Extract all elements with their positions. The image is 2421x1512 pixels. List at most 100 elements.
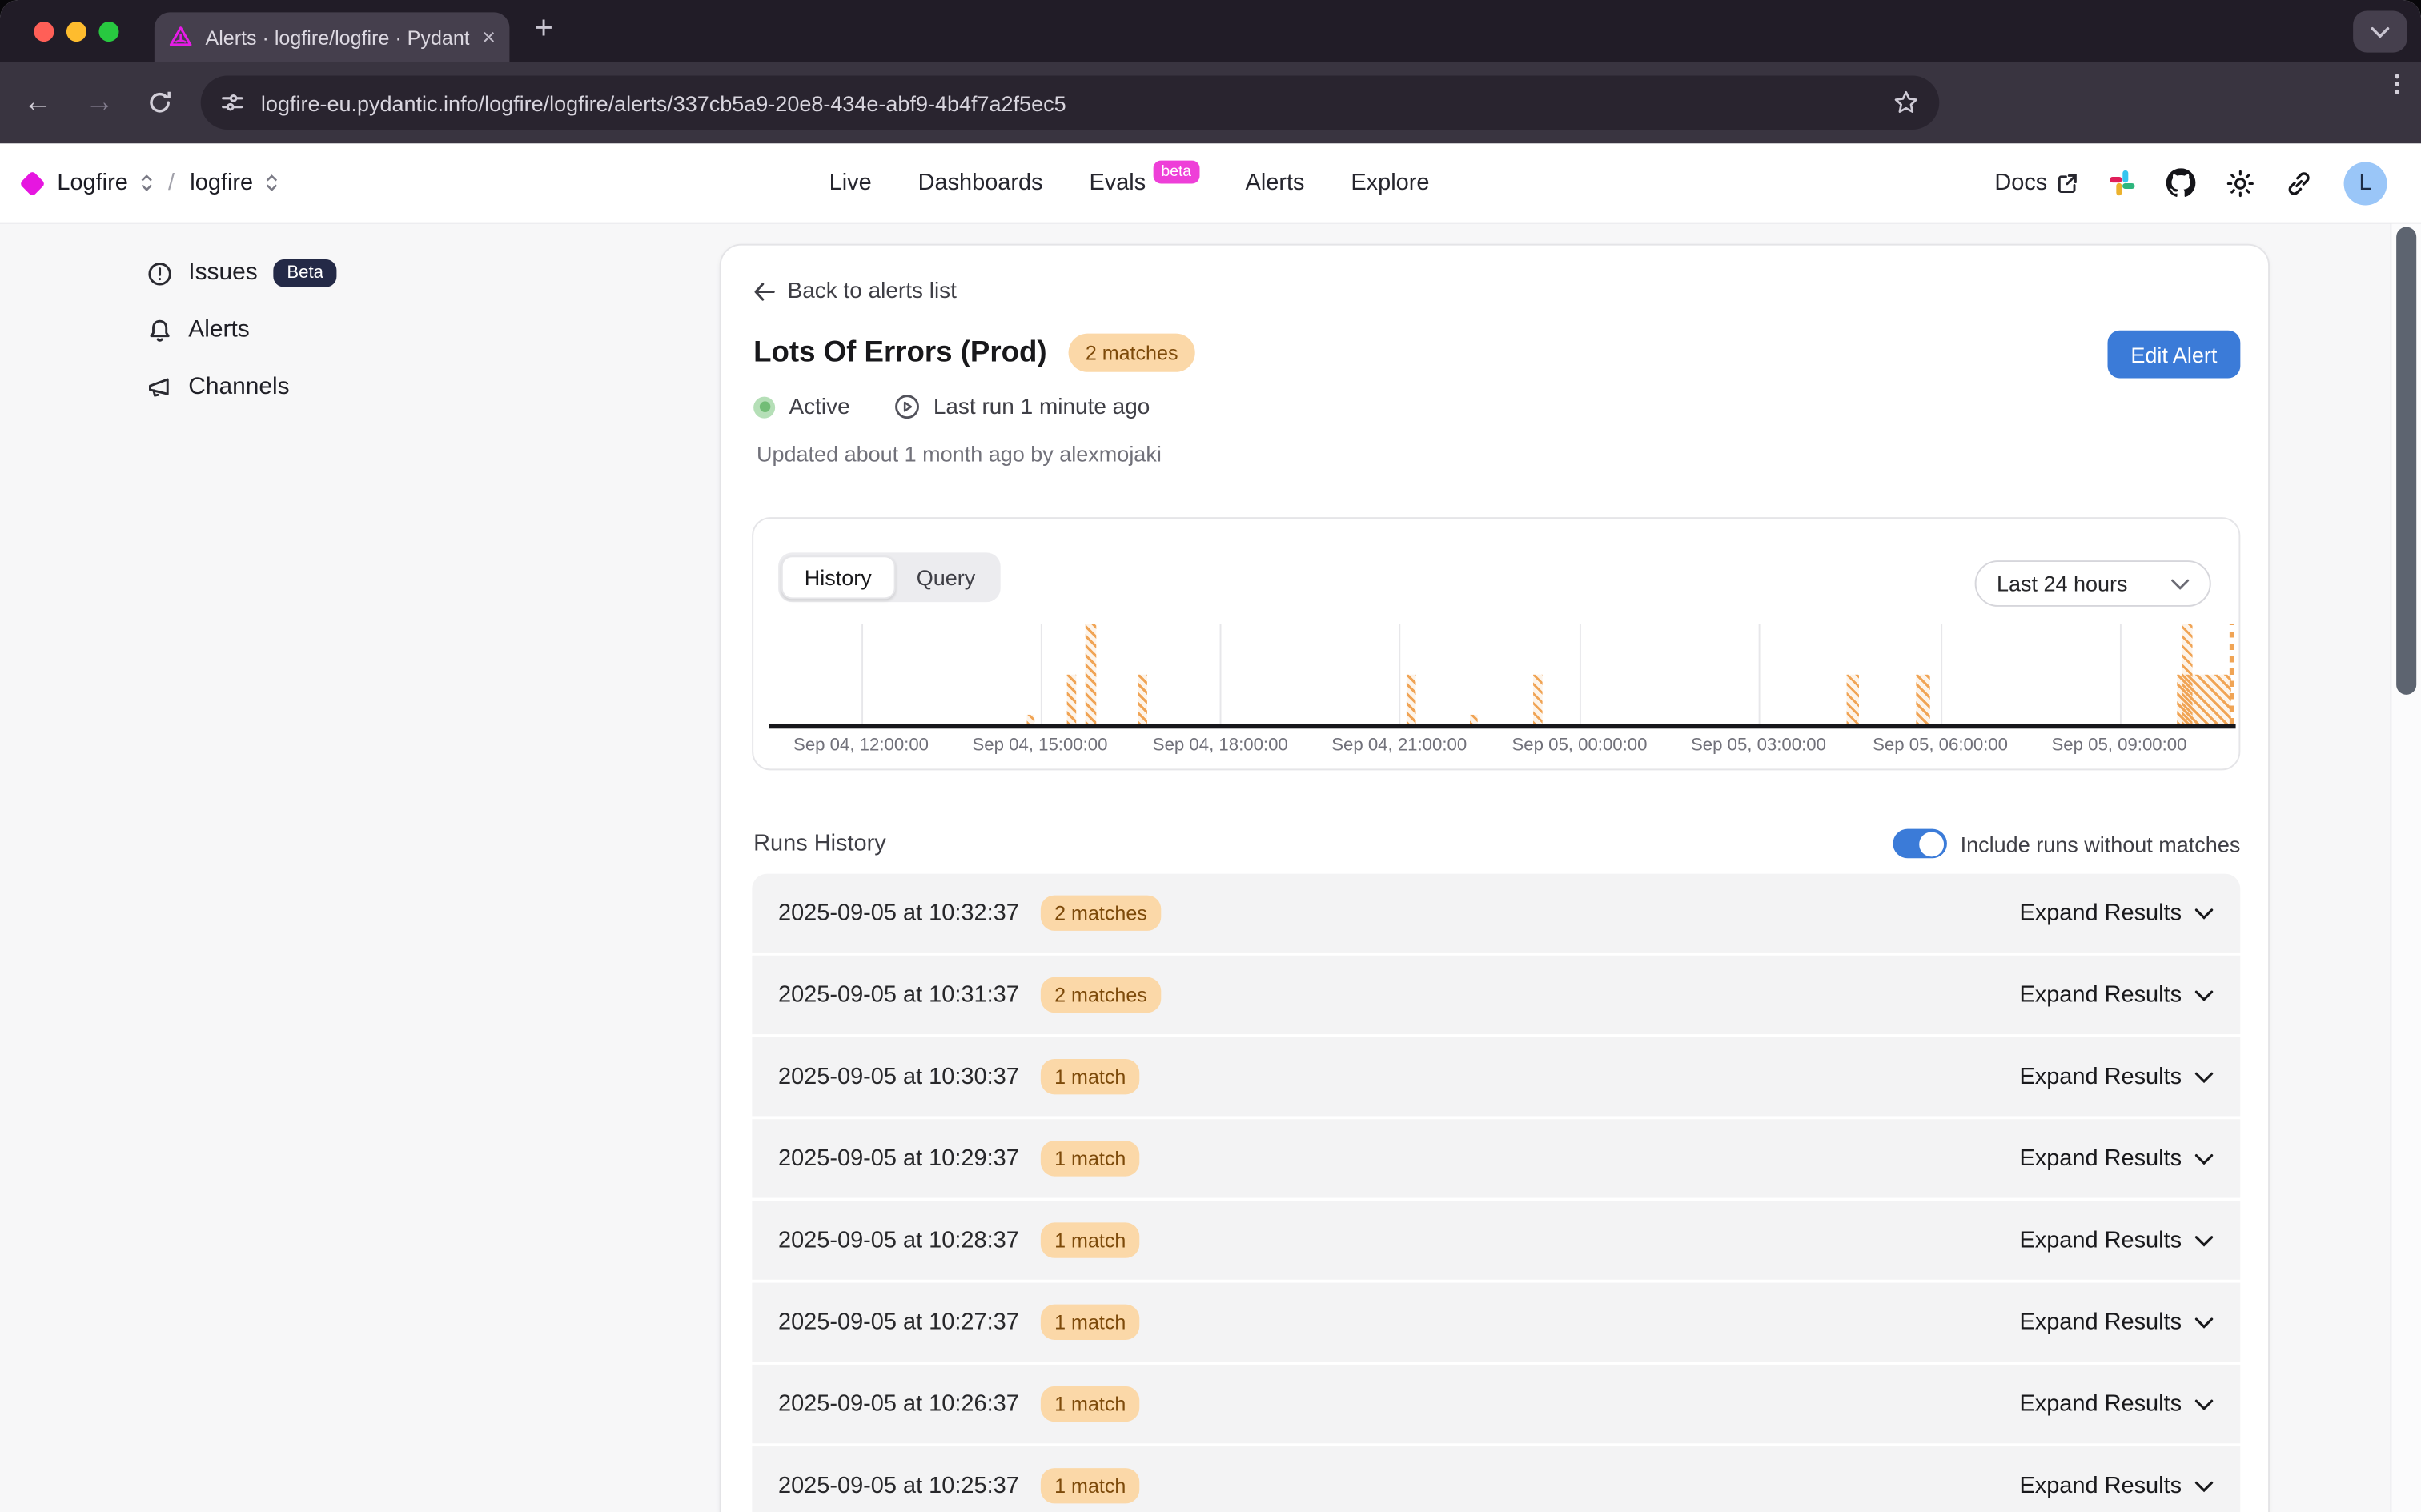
chart-tick-label: Sep 05, 03:00:00 (1691, 736, 1826, 755)
new-tab-button[interactable]: + (534, 10, 553, 47)
sidebar: Issues Beta Alerts Channels (147, 253, 640, 424)
tab-query[interactable]: Query (895, 555, 998, 599)
expand-results-button[interactable]: Expand Results (2019, 1064, 2214, 1090)
page-scrollbar[interactable] (2390, 224, 2421, 1512)
run-matches-badge: 1 match (1041, 1059, 1140, 1094)
status-label: Active (789, 395, 849, 419)
chart-bar (2182, 624, 2193, 724)
chart-tick-label: Sep 05, 00:00:00 (1512, 736, 1648, 755)
chart-tick-label: Sep 04, 12:00:00 (793, 736, 929, 755)
time-range-select[interactable]: Last 24 hours (1975, 560, 2211, 607)
back-to-alerts-link[interactable]: Back to alerts list (753, 279, 957, 304)
browser-tab[interactable]: Alerts · logfire/logfire · Pydant × (155, 12, 510, 62)
bookmark-star-icon[interactable] (1893, 90, 1919, 116)
nav-item[interactable]: Alerts (1246, 170, 1305, 196)
nav-item[interactable]: Explore (1351, 170, 1429, 196)
back-button[interactable]: ← (23, 86, 53, 119)
docs-link[interactable]: Docs (1994, 170, 2078, 196)
tab-title: Alerts · logfire/logfire · Pydant (205, 26, 469, 49)
org-selector[interactable]: Logfire (57, 170, 127, 196)
expand-results-button[interactable]: Expand Results (2019, 1473, 2214, 1499)
run-row[interactable]: 2025-09-05 at 10:32:37 2 matches Expand … (752, 874, 2240, 953)
chart-bar (1138, 674, 1147, 724)
chevron-down-icon (2194, 989, 2214, 1001)
site-settings-icon[interactable] (221, 91, 244, 114)
run-row[interactable]: 2025-09-05 at 10:27:37 1 match Expand Re… (752, 1283, 2240, 1362)
run-row[interactable]: 2025-09-05 at 10:25:37 1 match Expand Re… (752, 1446, 2240, 1512)
chevron-down-icon (2194, 1153, 2214, 1165)
github-icon[interactable] (2166, 168, 2196, 198)
chart-bar (1027, 714, 1035, 724)
tab-history[interactable]: History (781, 555, 895, 599)
tab-close-icon[interactable]: × (482, 26, 496, 49)
history-chart-card: History Query Last 24 hours (752, 517, 2240, 770)
run-timestamp: 2025-09-05 at 10:30:37 (778, 1064, 1019, 1090)
favicon-logfire-icon (168, 25, 193, 50)
chart-bar (1407, 674, 1416, 724)
beta-badge: beta (1154, 161, 1199, 184)
expand-results-button[interactable]: Expand Results (2019, 1309, 2214, 1335)
chart-bar (1471, 715, 1479, 724)
slack-icon[interactable] (2109, 170, 2135, 196)
project-chevron-icon[interactable] (266, 174, 278, 191)
expand-results-button[interactable]: Expand Results (2019, 1145, 2214, 1172)
reload-button[interactable] (147, 90, 173, 116)
org-chevron-icon[interactable] (140, 174, 152, 191)
alert-title: Lots Of Errors (Prod) (753, 335, 1046, 369)
run-row[interactable]: 2025-09-05 at 10:28:37 1 match Expand Re… (752, 1201, 2240, 1279)
expand-results-button[interactable]: Expand Results (2019, 1391, 2214, 1418)
browser-menu-button[interactable] (2395, 74, 2399, 94)
minimize-window-button[interactable] (66, 22, 86, 42)
sidebar-item[interactable]: Issues Beta (147, 253, 640, 293)
close-window-button[interactable] (34, 22, 54, 42)
sidebar-item[interactable]: Alerts (147, 311, 640, 351)
run-row[interactable]: 2025-09-05 at 10:30:37 1 match Expand Re… (752, 1037, 2240, 1116)
project-selector[interactable]: logfire (190, 170, 253, 196)
external-link-icon (2057, 172, 2078, 194)
history-query-tabs: History Query (778, 552, 1000, 602)
expand-results-button[interactable]: Expand Results (2019, 900, 2214, 926)
active-status-icon (753, 396, 775, 418)
tab-overflow-button[interactable] (2353, 10, 2407, 52)
chevron-down-icon (2194, 1398, 2214, 1410)
updated-label: Updated about 1 month ago by alexmojaki (757, 442, 1162, 467)
sidebar-item-icon (147, 375, 173, 401)
run-timestamp: 2025-09-05 at 10:27:37 (778, 1309, 1019, 1335)
scrollbar-thumb[interactable] (2396, 227, 2416, 694)
window-controls[interactable] (34, 22, 118, 42)
runs-history-heading: Runs History (753, 831, 886, 857)
run-matches-badge: 1 match (1041, 1305, 1140, 1340)
breadcrumb: Logfire / logfire (23, 143, 278, 222)
nav-item[interactable]: Live (829, 170, 872, 196)
include-runs-toggle[interactable] (1893, 829, 1947, 859)
header-actions: Docs L (1994, 143, 2387, 222)
run-row[interactable]: 2025-09-05 at 10:31:37 2 matches Expand … (752, 956, 2240, 1034)
sidebar-item[interactable]: Channels (147, 367, 640, 407)
theme-toggle-sun-icon[interactable] (2226, 169, 2254, 197)
url-bar[interactable]: logfire-eu.pydantic.info/logfire/logfire… (201, 75, 1940, 129)
chart-tick-label: Sep 05, 06:00:00 (1873, 736, 2008, 755)
chart-x-axis (769, 724, 2235, 728)
chart-bar (1847, 674, 1859, 724)
share-link-icon[interactable] (2285, 169, 2313, 197)
browser-window: Alerts · logfire/logfire · Pydant × + ← … (0, 0, 2421, 1512)
nav-item[interactable]: Dashboards (918, 170, 1043, 196)
run-row[interactable]: 2025-09-05 at 10:29:37 1 match Expand Re… (752, 1119, 2240, 1197)
chart-bar (2230, 624, 2234, 724)
edit-alert-button[interactable]: Edit Alert (2107, 331, 2240, 379)
run-timestamp: 2025-09-05 at 10:31:37 (778, 982, 1019, 1009)
nav-item[interactable]: Evals beta (1089, 170, 1198, 196)
chart-tick-label: Sep 04, 18:00:00 (1153, 736, 1288, 755)
zoom-window-button[interactable] (98, 22, 118, 42)
run-row[interactable]: 2025-09-05 at 10:26:37 1 match Expand Re… (752, 1365, 2240, 1443)
avatar[interactable]: L (2344, 162, 2387, 205)
expand-results-button[interactable]: Expand Results (2019, 982, 2214, 1009)
include-runs-toggle-label: Include runs without matches (1961, 832, 2241, 856)
run-matches-badge: 1 match (1041, 1386, 1140, 1422)
run-timestamp: 2025-09-05 at 10:25:37 (778, 1473, 1019, 1499)
run-matches-badge: 1 match (1041, 1468, 1140, 1503)
chart-tick-label: Sep 04, 21:00:00 (1331, 736, 1467, 755)
expand-results-button[interactable]: Expand Results (2019, 1227, 2214, 1253)
runs-list: 2025-09-05 at 10:32:37 2 matches Expand … (752, 874, 2240, 1512)
forward-button[interactable]: → (85, 86, 114, 119)
